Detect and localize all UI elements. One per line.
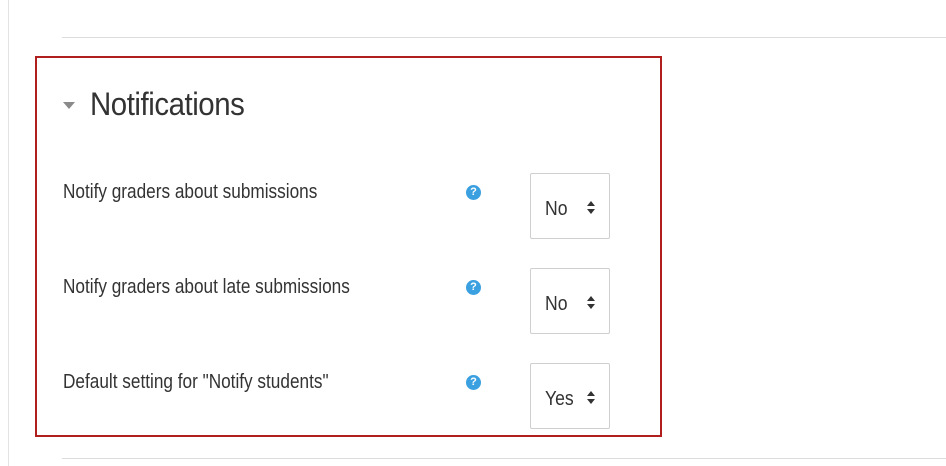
form-row-notify-graders: Notify graders about submissions ? No: [0, 170, 946, 242]
field-label-notify-students-default: Default setting for "Notify students": [63, 371, 329, 393]
select-value: Yes: [545, 388, 574, 410]
section-title: Notifications: [90, 85, 245, 122]
caret-down-icon: [63, 101, 75, 109]
sort-arrows-icon: [587, 296, 595, 309]
help-icon[interactable]: ?: [466, 185, 481, 200]
notifications-section-toggle[interactable]: Notifications: [63, 84, 258, 124]
form-row-notify-graders-late: Notify graders about late submissions ? …: [0, 265, 946, 337]
help-icon[interactable]: ?: [466, 375, 481, 390]
section-divider-bottom: [62, 458, 946, 459]
form-page: Notifications Notify graders about submi…: [0, 0, 946, 466]
select-value: No: [545, 198, 568, 220]
field-label-notify-graders: Notify graders about submissions: [63, 181, 318, 203]
form-row-notify-students-default: Default setting for "Notify students" ? …: [0, 360, 946, 432]
field-label-notify-graders-late: Notify graders about late submissions: [63, 276, 350, 298]
sort-arrows-icon: [587, 391, 595, 404]
notify-graders-late-select[interactable]: No: [530, 268, 610, 334]
sort-arrows-icon: [587, 201, 595, 214]
notify-graders-select[interactable]: No: [530, 173, 610, 239]
help-icon[interactable]: ?: [466, 280, 481, 295]
select-value: No: [545, 293, 568, 315]
section-divider-top: [62, 37, 946, 38]
notify-students-default-select[interactable]: Yes: [530, 363, 610, 429]
